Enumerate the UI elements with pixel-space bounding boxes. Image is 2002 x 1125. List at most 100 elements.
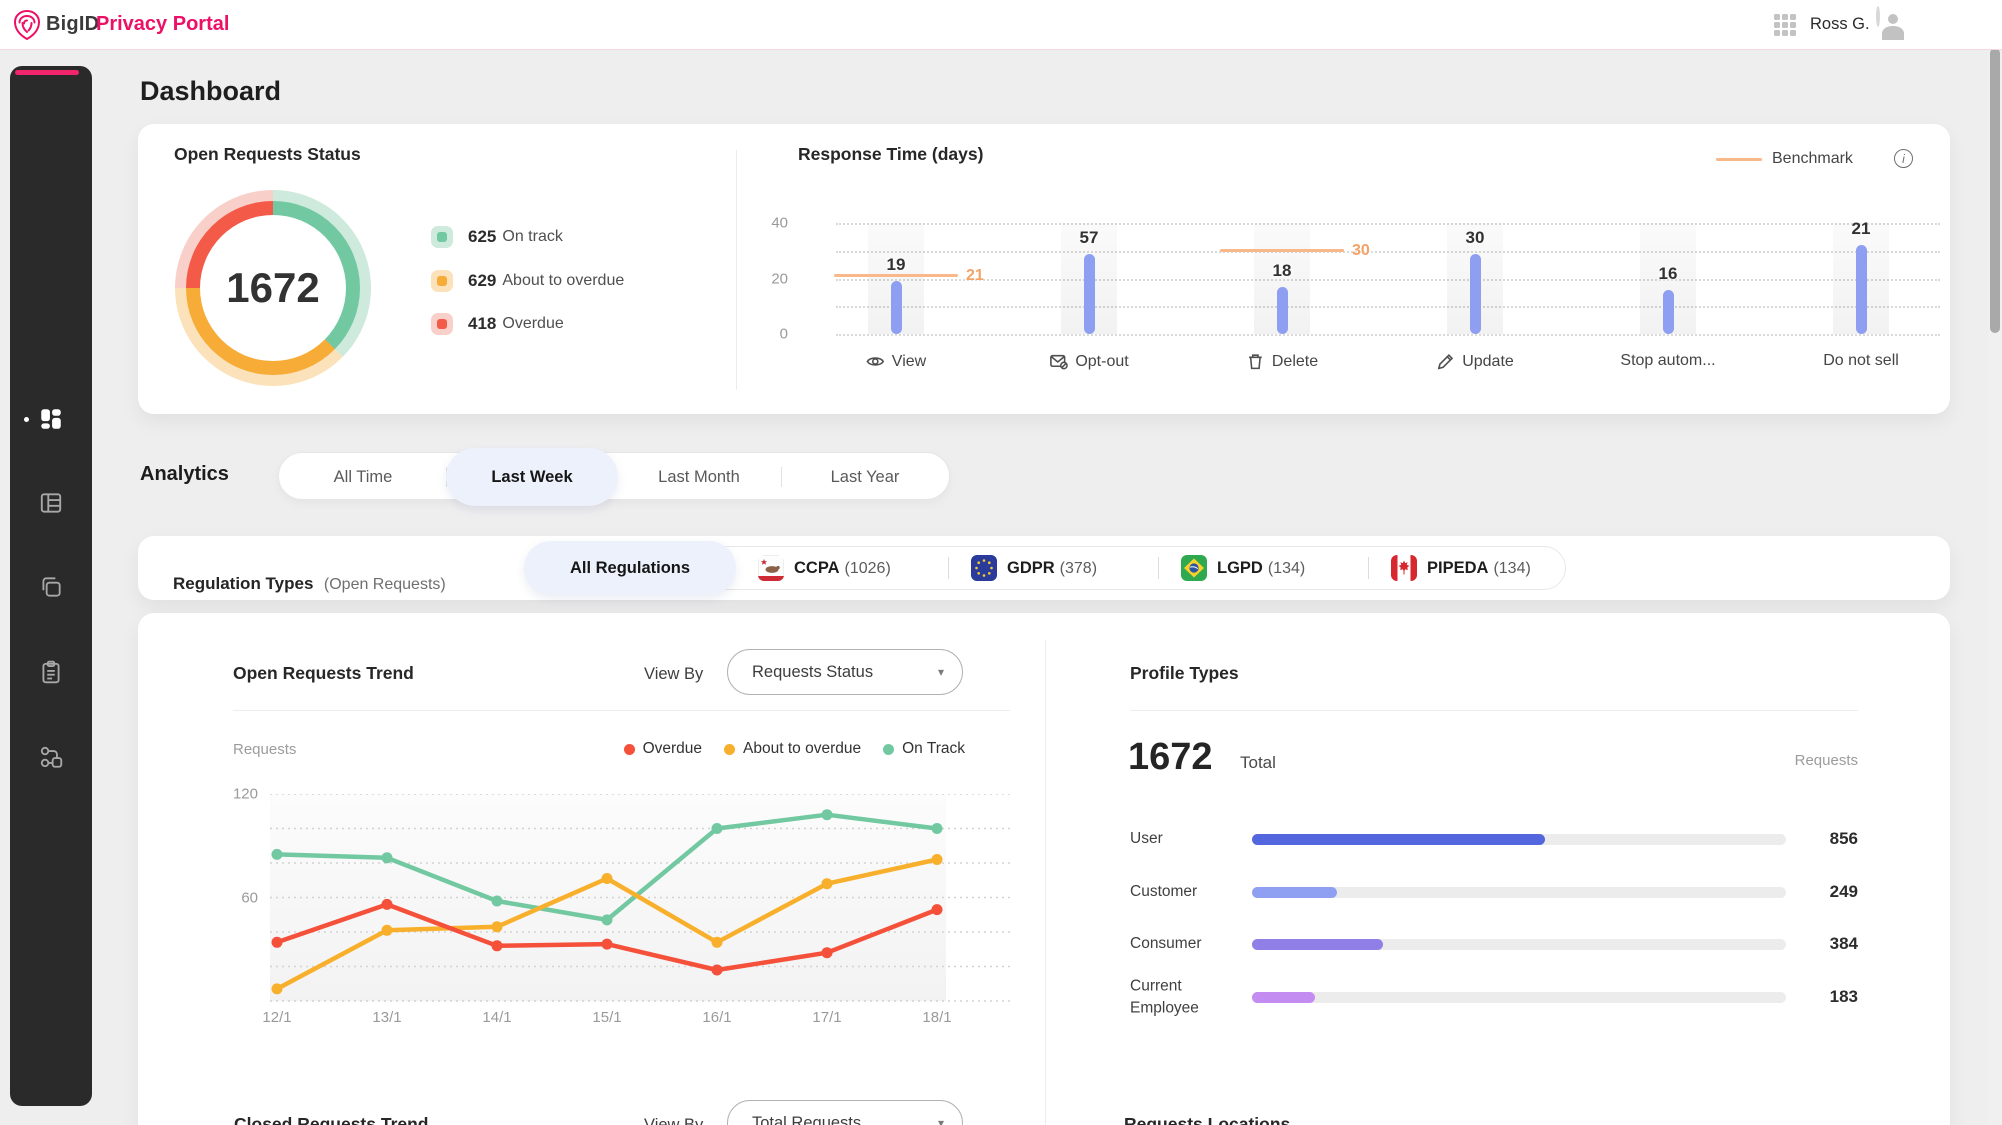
legend-label: On Track	[902, 740, 965, 758]
gridline	[836, 306, 1940, 308]
tab-last-year[interactable]: Last Year	[831, 453, 900, 501]
trend-legend-item: About to overdue	[724, 740, 861, 758]
category-label: Do not sell	[1823, 352, 1899, 370]
y-tick-label: 60	[218, 889, 258, 906]
pencil-icon	[1436, 352, 1455, 371]
regulation-chip-pipeda[interactable]: PIPEDA(134)	[1391, 555, 1531, 581]
regulation-name: GDPR	[1007, 559, 1055, 577]
scrollbar-thumb[interactable]	[1990, 48, 2000, 333]
profile-bar-track	[1252, 887, 1786, 898]
legend-swatch	[431, 226, 453, 248]
sidebar-item-dashboard[interactable]	[10, 406, 92, 432]
bar-value-label: 19	[887, 255, 906, 275]
gridline	[836, 251, 1940, 253]
legend-swatch	[431, 270, 453, 292]
gridline	[836, 334, 1940, 336]
x-tick-label: 12/1	[262, 1009, 291, 1026]
sidebar-item-requests-list[interactable]	[10, 490, 92, 516]
response-bar	[1856, 245, 1867, 334]
california-flag-icon	[758, 555, 784, 581]
response-category[interactable]: Update	[1436, 352, 1514, 371]
profile-requests-label: Requests	[1788, 752, 1858, 769]
response-category[interactable]: View	[866, 352, 926, 371]
profile-row-value: 384	[1788, 934, 1858, 954]
profile-total-label: Total	[1240, 753, 1276, 773]
sidebar-item-pages[interactable]	[10, 574, 92, 600]
response-title: Response Time (days)	[798, 144, 983, 165]
chevron-down-icon: ▾	[938, 665, 944, 679]
profile-bar-track	[1252, 992, 1786, 1003]
regulation-name: LGPD	[1217, 559, 1263, 577]
trend-line-chart: 12/113/114/115/116/117/118/1	[270, 794, 1010, 1034]
brand-product: Privacy Portal	[96, 13, 229, 36]
profile-bar-fill	[1252, 834, 1545, 845]
x-tick-label: 17/1	[812, 1009, 841, 1026]
status-title: Open Requests Status	[174, 144, 361, 165]
eye-icon	[866, 352, 885, 371]
bar-value-label: 16	[1659, 264, 1678, 284]
legend-value: 625	[468, 227, 496, 247]
bar-value-label: 30	[1466, 228, 1485, 248]
closed-view-by-dropdown[interactable]: Total Requests ▾	[727, 1100, 963, 1125]
bigid-fingerprint-logo	[12, 9, 42, 41]
card-divider	[736, 150, 737, 390]
response-bar	[891, 281, 902, 334]
locations-title: Requests Locations	[1124, 1114, 1290, 1125]
profile-divider	[1130, 710, 1858, 711]
scrollbar-track[interactable]	[1988, 0, 2002, 1125]
regulation-count: (134)	[1268, 560, 1305, 577]
regulation-title: Regulation Types	[173, 574, 313, 593]
regulation-count: (378)	[1060, 560, 1097, 577]
response-category[interactable]: Delete	[1246, 352, 1318, 371]
y-tick-label: 120	[218, 786, 258, 803]
regulation-chip-gdpr[interactable]: GDPR (378)	[971, 555, 1097, 581]
trend-divider	[233, 710, 1010, 711]
tab-all-time[interactable]: All Time	[334, 453, 393, 501]
trend-view-by-label: View By	[644, 665, 703, 684]
response-category[interactable]: Stop autom...	[1620, 352, 1715, 370]
response-bar	[1470, 254, 1481, 334]
analytics-card: Open Requests Trend View By Requests Sta…	[138, 613, 1950, 1125]
benchmark-line	[834, 274, 958, 277]
donut-total: 1672	[226, 264, 319, 312]
legend-dot	[724, 744, 735, 755]
benchmark-line	[1220, 249, 1344, 252]
legend-swatch	[431, 313, 453, 335]
tab-last-week[interactable]: Last Week	[491, 453, 572, 501]
chevron-down-icon: ▾	[938, 1116, 944, 1125]
sidebar-item-clipboard[interactable]	[10, 659, 92, 685]
apps-grid-icon[interactable]	[1774, 14, 1796, 36]
all-regulations-pill[interactable]: All Regulations	[524, 541, 736, 595]
user-name[interactable]: Ross G.	[1810, 15, 1870, 34]
legend-dot	[883, 744, 894, 755]
regulation-bar: Regulation Types (Open Requests) All Reg…	[138, 536, 1950, 600]
eu-flag-icon	[971, 555, 997, 581]
clipboard-icon	[38, 659, 64, 685]
info-icon[interactable]: i	[1894, 149, 1913, 168]
closed-view-by-label: View By	[644, 1116, 703, 1125]
avatar[interactable]	[1876, 6, 1880, 27]
overview-card: Open Requests Status 1672 Response Time …	[138, 124, 1950, 414]
profile-row-value: 249	[1788, 882, 1858, 902]
trend-view-by-dropdown[interactable]: Requests Status ▾	[727, 649, 963, 695]
benchmark-legend-line	[1716, 158, 1762, 161]
tab-last-month[interactable]: Last Month	[658, 453, 740, 501]
analytics-title: Analytics	[140, 463, 229, 486]
legend-label: About to overdue	[502, 272, 624, 290]
regulation-count: (1026)	[845, 560, 891, 577]
y-tick-label: 20	[748, 270, 788, 287]
response-category[interactable]: Opt-out	[1049, 352, 1128, 371]
response-category[interactable]: Do not sell	[1823, 352, 1899, 370]
gridline	[836, 279, 1940, 281]
mail-icon	[1049, 352, 1068, 371]
regulation-name: CCPA	[794, 559, 840, 577]
regulation-chip-lgpd[interactable]: LGPD (134)	[1181, 555, 1305, 581]
sidebar-item-network[interactable]	[10, 744, 92, 770]
chip-divider	[1158, 557, 1159, 579]
tab-divider	[781, 467, 782, 487]
legend-label: Overdue	[643, 740, 702, 758]
regulation-chip-ccpa[interactable]: CCPA (1026)	[758, 555, 891, 581]
response-bar	[1084, 254, 1095, 334]
page-title: Dashboard	[140, 76, 281, 107]
profile-bar-track	[1252, 834, 1786, 845]
